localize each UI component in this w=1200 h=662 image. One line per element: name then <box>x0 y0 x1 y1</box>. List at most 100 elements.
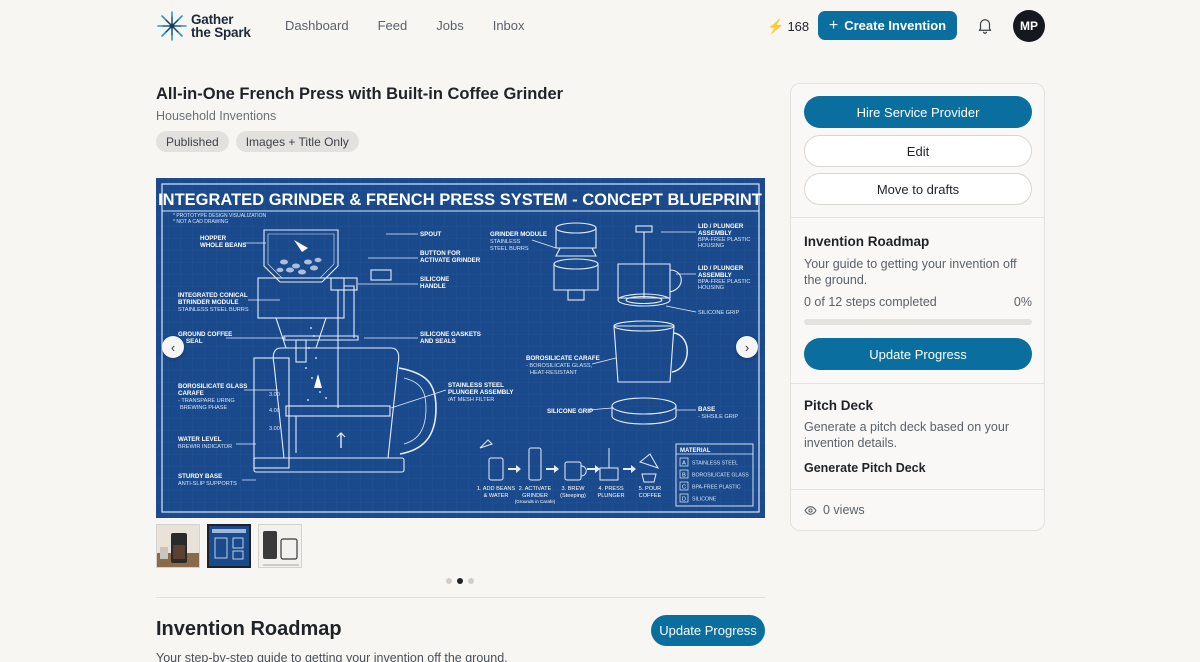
avatar[interactable]: MP <box>1013 10 1045 42</box>
main-image-blueprint: INTEGRATED GRINDER & FRENCH PRESS SYSTEM… <box>156 178 765 518</box>
progress-status: 0 of 12 steps completed 0% <box>804 295 1032 309</box>
nav-dashboard[interactable]: Dashboard <box>285 18 349 33</box>
create-invention-button[interactable]: + Create Invention <box>818 11 957 40</box>
thumbnail-2[interactable] <box>207 524 251 568</box>
bp-label-hopper-2: WHOLE BEANS <box>200 242 246 249</box>
bp-label-lid-b: LID / PLUNGER <box>698 265 744 272</box>
bp-label-base-r-2: - SIHSILE GRIP <box>698 414 738 420</box>
progress-bar <box>804 319 1032 325</box>
invention-title: All-in-One French Press with Built-in Co… <box>156 85 564 103</box>
bp-step-3: 3. BREW <box>561 486 585 492</box>
main-nav: Dashboard Feed Jobs Inbox <box>285 18 525 33</box>
roadmap-update-progress-button[interactable]: Update Progress <box>651 615 765 646</box>
bp-step-2-c: (Grounds in Carafe) <box>515 499 556 504</box>
bp-note-2: * NOT A CAD DRAWING <box>173 219 228 225</box>
bp-measure-2: 4.00 <box>269 408 280 414</box>
bp-label-handle: SILICONE <box>420 276 449 283</box>
bp-label-gm-3: STEEL BURRS <box>490 246 529 252</box>
sidebar-update-progress-button[interactable]: Update Progress <box>804 338 1032 370</box>
bp-label-lid: LID / PLUNGER <box>698 223 744 230</box>
bp-step-1-b: & WATER <box>484 493 509 499</box>
nav-feed[interactable]: Feed <box>378 18 408 33</box>
bp-material-key-d: D <box>682 497 686 503</box>
bp-label-silicone-grip: SILICONE GRIP <box>698 310 740 316</box>
bp-material-a: STAINLESS STEEL <box>692 461 738 467</box>
bp-label-grinder: INTEGRATED CONICAL <box>178 292 248 299</box>
thumbnail-blueprint-image <box>209 526 249 566</box>
status-tags: Published Images + Title Only <box>156 131 359 152</box>
bell-icon[interactable] <box>976 16 994 34</box>
bp-step-3-b: (Steeping) <box>560 493 586 499</box>
sidebar-panel: Hire Service Provider Edit Move to draft… <box>790 83 1045 531</box>
sidebar-divider <box>791 489 1044 490</box>
bp-label-gaskets: SILICONE GASKETS <box>420 331 481 338</box>
bp-material-c: BPA-FREE PLASTIC <box>692 485 741 491</box>
edit-button[interactable]: Edit <box>804 135 1032 167</box>
logo[interactable]: Gather the Spark <box>156 10 251 42</box>
steps-completed-text: 0 of 12 steps completed <box>804 295 937 309</box>
bp-label-water: WATER LEVEL <box>178 436 222 443</box>
gallery-thumbnails <box>156 524 302 568</box>
bp-label-grinder-2: BTRINDER MODULE <box>178 299 239 306</box>
pagination-dot-1[interactable] <box>446 578 452 584</box>
invention-category: Household Inventions <box>156 109 277 123</box>
blueprint-image: INTEGRATED GRINDER & FRENCH PRESS SYSTEM… <box>156 178 765 518</box>
pitch-deck-desc: Generate a pitch deck based on your inve… <box>804 420 1009 450</box>
thumbnail-3[interactable] <box>258 524 302 568</box>
views-count: 0 views <box>804 503 865 517</box>
gallery-prev-button[interactable]: ‹ <box>162 336 184 358</box>
roadmap-subtitle: Your step-by-step guide to getting your … <box>156 651 508 662</box>
generate-pitch-deck-link[interactable]: Generate Pitch Deck <box>804 461 926 475</box>
status-badge-published: Published <box>156 131 229 152</box>
pagination-dot-2[interactable] <box>457 578 463 584</box>
thumbnail-photo-image <box>157 525 199 567</box>
sidebar-roadmap-desc: Your guide to getting your invention off… <box>804 257 1017 287</box>
bp-label-lid-2: ASSEMBLY <box>698 230 733 237</box>
bp-label-lid-4: HOUSING <box>698 243 724 249</box>
bp-label-gm-2: STAINLESS <box>490 239 521 245</box>
lightning-bolt-icon: ⚡ <box>767 18 785 34</box>
bp-measure-3: 3.00 <box>269 426 280 432</box>
bp-material-key-b: B <box>682 473 686 479</box>
bp-step-1: 1. ADD BEANS <box>477 486 516 492</box>
thumbnail-1[interactable] <box>156 524 200 568</box>
bp-label-carafe-3: - TRANSPARE URING <box>178 398 235 404</box>
bp-material-b: BOROSILICATE GLASS <box>692 473 749 479</box>
pitch-deck-title: Pitch Deck <box>804 398 874 413</box>
bp-label-carafe-4: BREWING PHASE <box>180 405 228 411</box>
bp-label-ground-2: SEAL <box>186 338 203 345</box>
gallery-pagination <box>446 578 474 584</box>
progress-percent: 0% <box>1013 295 1032 309</box>
bp-label-borosilicate-3: HEAT-RESISTANT <box>530 370 578 376</box>
logo-text: Gather the Spark <box>191 13 251 40</box>
bp-label-borosilicate: BOROSILICATE CARAFE <box>526 355 600 362</box>
plus-icon: + <box>828 16 839 34</box>
bp-label-base-2: ANTI-SLIP SUPPORTS <box>178 481 237 487</box>
pagination-dot-3[interactable] <box>468 578 474 584</box>
move-to-drafts-button[interactable]: Move to drafts <box>804 173 1032 205</box>
bp-label-button: BUTTON FOR <box>420 250 461 257</box>
gallery-next-button[interactable]: › <box>736 336 758 358</box>
bp-label-plunger-3: /AT MESH FILTER <box>448 397 494 403</box>
bp-label-grinder-module: GRINDER MODULE <box>490 231 547 238</box>
credits-counter[interactable]: ⚡ 168 <box>767 18 809 35</box>
chevron-left-icon: ‹ <box>170 339 176 355</box>
bp-label-grinder-3: STAINLESS STEEL BURRS <box>178 307 249 313</box>
hire-service-provider-button[interactable]: Hire Service Provider <box>804 96 1032 128</box>
bp-label-base-r: BASE <box>698 406 715 413</box>
bp-step-4-b: PLUNGER <box>597 493 624 499</box>
bp-label-water-2: BREWIR INDICATOR <box>178 444 232 450</box>
bp-label-silicone-grip-2: SILICONE GRIP <box>547 408 593 415</box>
nav-jobs[interactable]: Jobs <box>436 18 463 33</box>
bp-material-key-a: A <box>682 461 686 467</box>
bp-material-title: MATERIAL <box>680 448 711 454</box>
top-header: Gather the Spark Dashboard Feed Jobs Inb… <box>0 0 1200 52</box>
spark-logo-icon <box>157 11 187 41</box>
sidebar-divider <box>791 217 1044 218</box>
bp-label-carafe: BOROSILICATE GLASS <box>178 383 247 390</box>
visibility-badge: Images + Title Only <box>235 131 359 152</box>
eye-icon <box>804 505 817 515</box>
roadmap-heading: Invention Roadmap <box>156 618 342 640</box>
nav-inbox[interactable]: Inbox <box>493 18 525 33</box>
bp-label-borosilicate-2: - BOROSILICATE GLASS, <box>526 363 593 369</box>
